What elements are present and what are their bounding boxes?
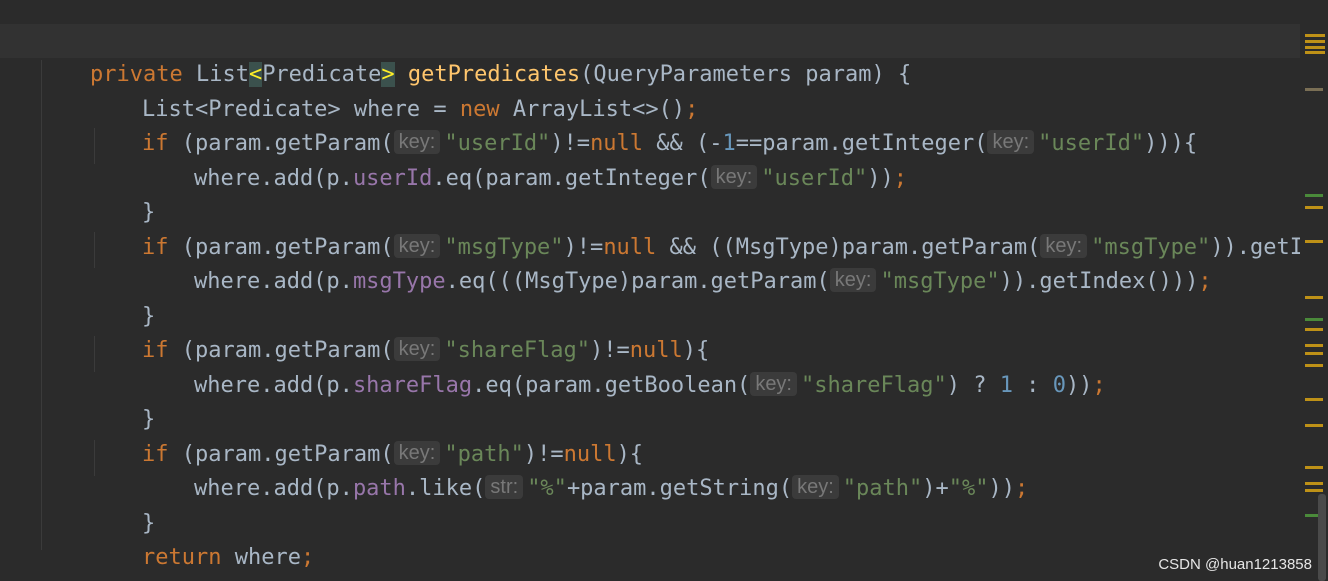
string-literal: "path" bbox=[842, 476, 923, 501]
code-text: )) bbox=[1065, 373, 1093, 398]
code-line[interactable]: } bbox=[0, 369, 155, 432]
vertical-scrollbar-thumb[interactable] bbox=[1318, 494, 1326, 581]
semicolon: ; bbox=[1092, 373, 1106, 398]
field-reference: userId bbox=[352, 166, 433, 191]
code-text: where.add(p. bbox=[193, 476, 353, 501]
semicolon: ; bbox=[1015, 476, 1029, 501]
code-text: ) ? bbox=[946, 373, 1000, 398]
string-literal: "msgType" bbox=[880, 269, 1000, 294]
field-reference: shareFlag bbox=[352, 373, 473, 398]
code-line[interactable]: where.add(p.msgType.eq(((MsgType)param.g… bbox=[0, 231, 1212, 294]
code-line[interactable]: if (param.getParam(key: "msgType")!=null … bbox=[0, 197, 1300, 260]
semicolon: ; bbox=[893, 166, 907, 191]
code-line[interactable]: } bbox=[0, 542, 103, 581]
csdn-watermark: CSDN @huan1213858 bbox=[1158, 556, 1312, 573]
parameter-hint: key: bbox=[792, 475, 839, 499]
stripe-marker[interactable] bbox=[1305, 466, 1323, 469]
keyword-return: return bbox=[141, 545, 222, 570]
stripe-marker[interactable] bbox=[1305, 482, 1323, 485]
code-text: where.add(p. bbox=[193, 373, 353, 398]
number-literal: 1 bbox=[999, 373, 1013, 398]
code-text: )+ bbox=[922, 476, 949, 501]
semicolon: ; bbox=[1198, 269, 1212, 294]
code-line[interactable]: } bbox=[0, 266, 155, 329]
string-literal: "userId" bbox=[761, 166, 868, 191]
code-text: .eq(((MsgType)param.getParam( bbox=[445, 269, 830, 294]
field-reference: path bbox=[352, 476, 406, 501]
stripe-marker[interactable] bbox=[1305, 240, 1323, 243]
code-line[interactable]: where.add(p.path.like(str: "%"+param.getS… bbox=[0, 438, 1028, 501]
number-literal: 0 bbox=[1052, 373, 1066, 398]
code-line[interactable]: if (param.getParam(key: "shareFlag")!=nul… bbox=[0, 300, 709, 363]
stripe-marker[interactable] bbox=[1305, 328, 1323, 331]
code-text: where.add(p. bbox=[193, 166, 353, 191]
code-text: .eq(param.getInteger( bbox=[432, 166, 711, 191]
code-text: )) bbox=[988, 476, 1016, 501]
code-text: : bbox=[1012, 373, 1053, 398]
stripe-marker[interactable] bbox=[1305, 489, 1323, 492]
code-line[interactable]: } bbox=[0, 473, 155, 536]
stripe-marker[interactable] bbox=[1305, 344, 1323, 347]
parameter-hint: key: bbox=[710, 165, 758, 189]
inspection-summary-icon[interactable] bbox=[1305, 32, 1325, 54]
code-line-method-signature[interactable]: private List<Predicate> getPredicates(Qu… bbox=[0, 24, 1300, 87]
parameter-hint: key: bbox=[987, 130, 1035, 154]
parameter-hint: key: bbox=[829, 268, 877, 292]
parameter-hint: key: bbox=[750, 372, 797, 396]
editor-top-band bbox=[0, 0, 1300, 24]
code-line[interactable]: } bbox=[0, 162, 155, 225]
code-line[interactable]: if (param.getParam(key: "path")!=null){ bbox=[0, 404, 643, 467]
stripe-marker[interactable] bbox=[1305, 424, 1323, 427]
string-literal: "%" bbox=[527, 476, 567, 501]
code-text: )).getIndex() bbox=[1210, 235, 1300, 260]
code-text: ))){ bbox=[1144, 131, 1198, 156]
code-line[interactable]: if (param.getParam(key: "userId")!=null &… bbox=[0, 93, 1197, 156]
semicolon: ; bbox=[300, 545, 315, 570]
stripe-marker[interactable] bbox=[1305, 318, 1323, 321]
string-literal: "userId" bbox=[1038, 131, 1145, 156]
code-line[interactable]: where.add(p.userId.eq(param.getInteger(k… bbox=[0, 128, 907, 191]
string-literal: "shareFlag" bbox=[801, 373, 947, 398]
stripe-marker[interactable] bbox=[1305, 88, 1323, 91]
code-text: where bbox=[221, 545, 301, 570]
stripe-marker[interactable] bbox=[1305, 206, 1323, 209]
string-literal: "%" bbox=[948, 476, 989, 501]
stripe-marker[interactable] bbox=[1305, 364, 1323, 367]
code-line[interactable]: where.add(p.shareFlag.eq(param.getBoolea… bbox=[0, 335, 1106, 398]
code-text: )).getIndex())) bbox=[999, 269, 1199, 294]
stripe-marker[interactable] bbox=[1305, 296, 1323, 299]
code-text: where.add(p. bbox=[193, 269, 353, 294]
code-text: )) bbox=[867, 166, 894, 191]
code-line[interactable]: return where; bbox=[0, 507, 314, 570]
error-stripe-gutter[interactable] bbox=[1300, 24, 1328, 581]
code-editor[interactable]: private List<Predicate> getPredicates(Qu… bbox=[0, 0, 1300, 581]
parameter-hint: str: bbox=[485, 475, 524, 499]
code-text: .like( bbox=[405, 476, 486, 501]
code-text: +param.getString( bbox=[566, 476, 793, 501]
stripe-marker[interactable] bbox=[1305, 398, 1323, 401]
stripe-marker[interactable] bbox=[1305, 352, 1323, 355]
stripe-marker[interactable] bbox=[1305, 194, 1323, 197]
field-reference: msgType bbox=[352, 269, 446, 294]
code-text: .eq(param.getBoolean( bbox=[472, 373, 751, 398]
code-line[interactable]: List<Predicate> where = new ArrayList<>(… bbox=[0, 59, 698, 122]
